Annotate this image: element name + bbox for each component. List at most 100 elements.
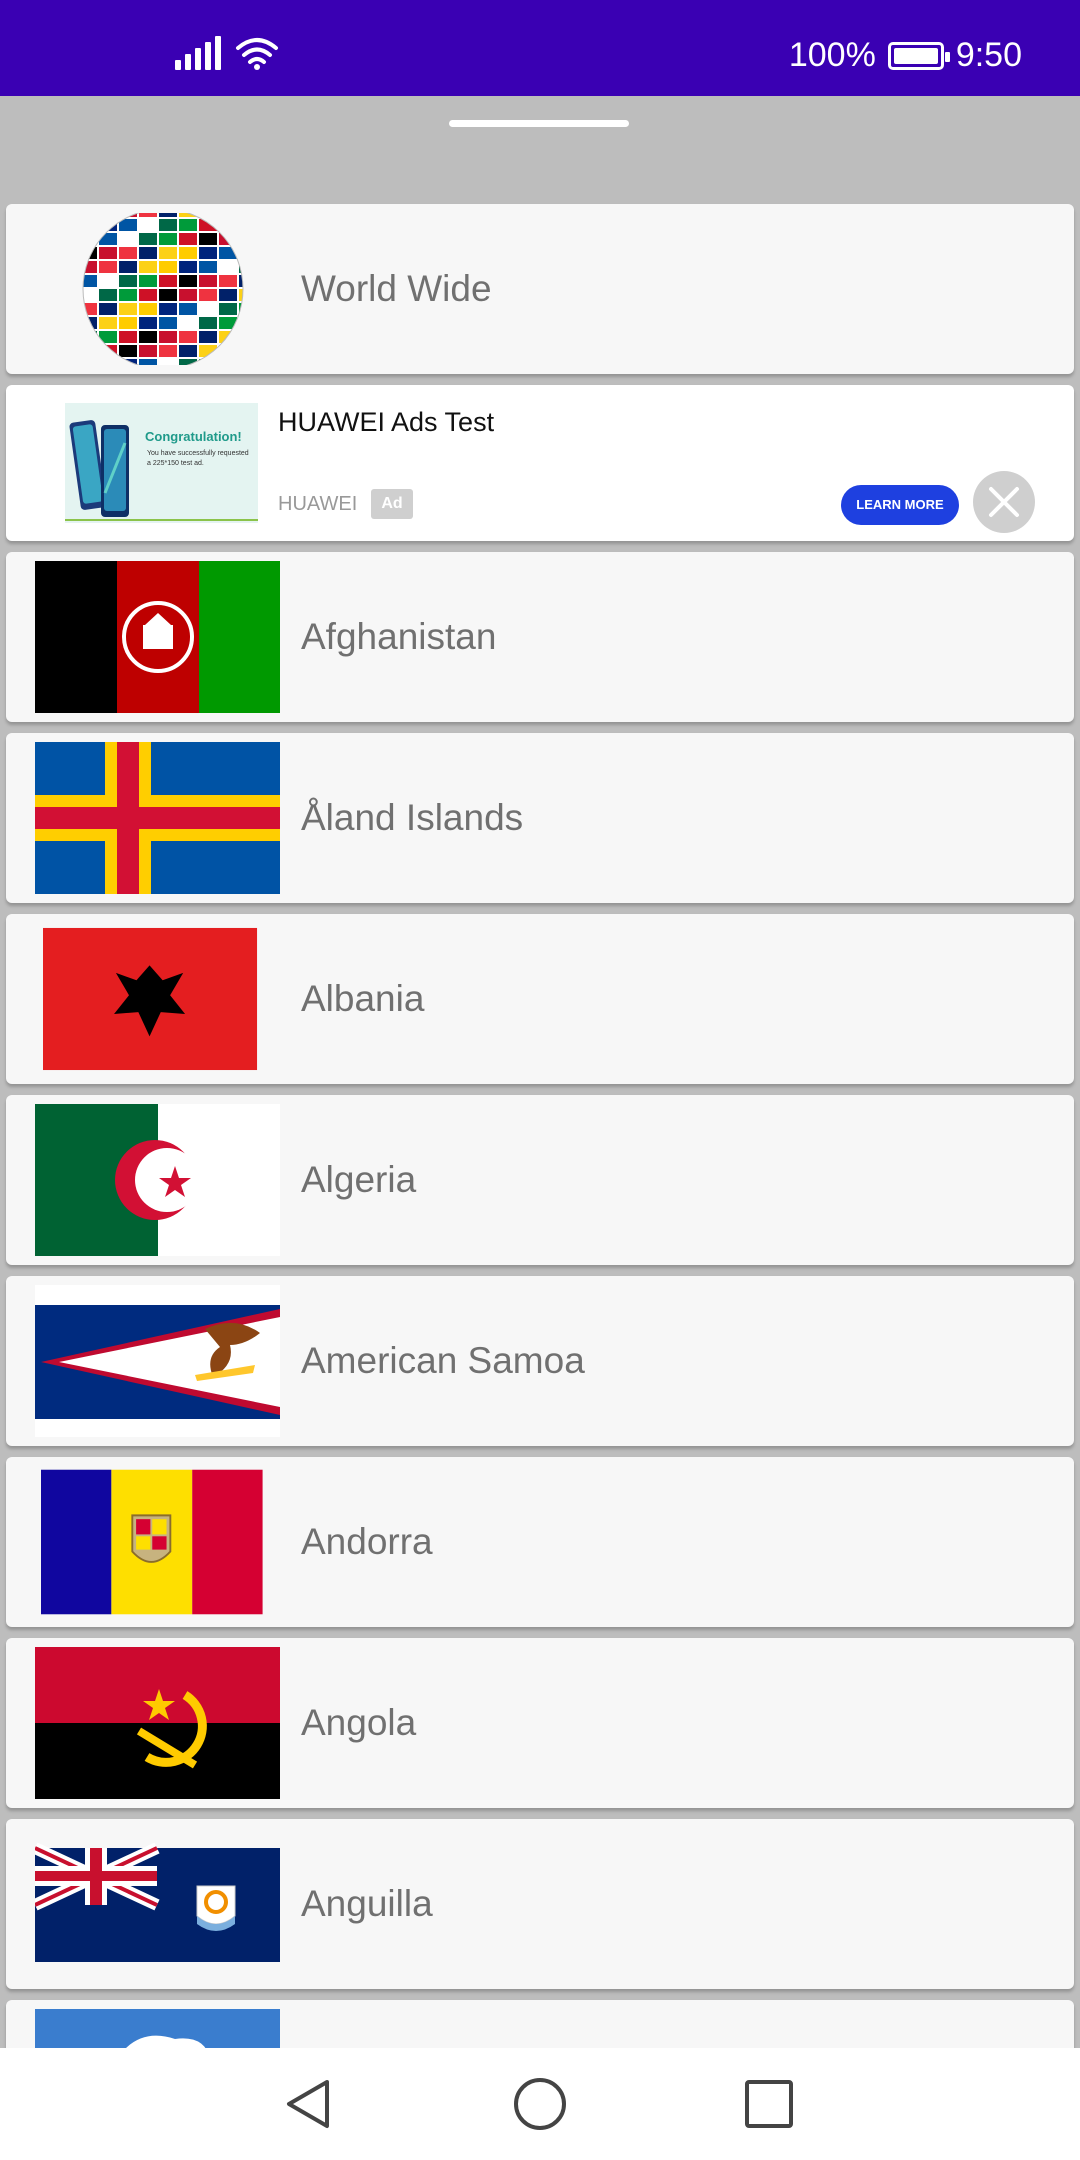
ad-image[interactable]: Congratulation! You have successfully re… — [65, 403, 258, 523]
globe-flag-tile — [239, 331, 243, 343]
globe-flag-tile — [99, 289, 117, 301]
list-item-label: Angola — [301, 1702, 417, 1743]
globe-flag-tile — [139, 213, 157, 217]
flag-afghanistan-icon — [35, 561, 280, 713]
globe-flag-tile — [119, 233, 137, 245]
globe-flag-tile — [179, 359, 197, 365]
ad-banner[interactable]: Congratulation! You have successfully re… — [6, 385, 1074, 541]
globe-flag-tile — [239, 247, 243, 259]
globe-flag-tile — [119, 247, 137, 259]
globe-flag-tile — [83, 261, 97, 273]
ad-source: HUAWEI — [278, 493, 358, 515]
globe-flag-tile — [99, 213, 117, 217]
recents-icon[interactable] — [739, 2074, 799, 2134]
globe-flag-tile — [83, 317, 97, 329]
globe-flag-tile — [99, 331, 117, 343]
ad-image-headline: Congratulation! — [145, 429, 242, 444]
globe-flag-tile — [139, 303, 157, 315]
list-item-anguilla[interactable]: Anguilla — [6, 1819, 1074, 1989]
globe-flag-tile — [159, 359, 177, 365]
list-item-label: Andorra — [301, 1521, 433, 1562]
back-icon[interactable] — [279, 2074, 339, 2134]
globe-flag-tile — [239, 359, 243, 365]
globe-flag-tile — [119, 303, 137, 315]
globe-flag-tile — [179, 247, 197, 259]
globe-flag-tile — [219, 345, 237, 357]
sheet-drag-handle[interactable] — [449, 120, 629, 127]
globe-flag-tile — [199, 303, 217, 315]
globe-flag-tile — [119, 261, 137, 273]
globe-flag-tile — [83, 359, 97, 365]
list-item-label: World Wide — [301, 268, 492, 309]
globe-flag-tile — [139, 233, 157, 245]
status-icons-left — [175, 36, 279, 70]
list-item-algeria[interactable]: Algeria — [6, 1095, 1074, 1265]
globe-flag-tile — [219, 219, 237, 231]
ad-title[interactable]: HUAWEI Ads Test — [278, 407, 494, 438]
globe-flag-tile — [83, 303, 97, 315]
list-item-angola[interactable]: Angola — [6, 1638, 1074, 1808]
globe-flag-tile — [199, 233, 217, 245]
globe-flag-tile — [159, 275, 177, 287]
globe-flag-tile — [139, 289, 157, 301]
globe-flag-tile — [199, 289, 217, 301]
globe-flag-tile — [99, 275, 117, 287]
globe-flag-tile — [179, 233, 197, 245]
list-item-label: Albania — [301, 978, 425, 1019]
status-bar: 100% 9:50 — [0, 0, 1080, 96]
learn-more-button[interactable]: LEARN MORE — [841, 485, 959, 525]
globe-flag-tile — [219, 213, 237, 217]
globe-flag-tile — [179, 331, 197, 343]
globe-flag-tile — [139, 261, 157, 273]
ad-badge: Ad — [371, 489, 413, 519]
close-ad-button[interactable] — [973, 471, 1035, 533]
globe-flag-tile — [219, 289, 237, 301]
list-item-aland-islands[interactable]: Åland Islands — [6, 733, 1074, 903]
globe-flag-tile — [239, 213, 243, 217]
globe-flags-icon — [82, 213, 244, 365]
globe-flag-tile — [179, 261, 197, 273]
wifi-icon — [236, 38, 278, 70]
globe-flag-tile — [159, 219, 177, 231]
flag-aland-islands-icon — [35, 742, 280, 894]
globe-flag-tile — [99, 359, 117, 365]
list-item-american-samoa[interactable]: American Samoa — [6, 1276, 1074, 1446]
globe-flag-tile — [83, 213, 97, 217]
list-item-label: Algeria — [301, 1159, 417, 1200]
globe-flag-tile — [83, 275, 97, 287]
list-item-albania[interactable]: Albania — [6, 914, 1074, 1084]
list-item-world-wide[interactable]: World Wide — [6, 204, 1074, 374]
status-icons-right: 100% 9:50 — [789, 36, 1022, 75]
globe-flag-tile — [239, 289, 243, 301]
globe-flag-tile — [119, 213, 137, 217]
signal-icon — [175, 36, 221, 70]
globe-flag-tile — [219, 359, 237, 365]
globe-flag-tile — [179, 289, 197, 301]
globe-flag-tile — [139, 359, 157, 365]
globe-flag-tile — [119, 289, 137, 301]
list-item-afghanistan[interactable]: Afghanistan — [6, 552, 1074, 722]
flag-andorra-icon — [41, 1469, 263, 1615]
flag-anguilla-icon — [35, 1842, 280, 1962]
globe-flag-tile — [119, 275, 137, 287]
home-icon[interactable] — [510, 2074, 570, 2134]
globe-flag-tile — [199, 317, 217, 329]
globe-flag-tile — [99, 233, 117, 245]
globe-flag-tile — [199, 219, 217, 231]
list-item-label: Åland Islands — [301, 797, 524, 838]
globe-flag-tile — [219, 275, 237, 287]
list-item-andorra[interactable]: Andorra — [6, 1457, 1074, 1627]
globe-flag-tile — [139, 219, 157, 231]
clock: 9:50 — [955, 36, 1022, 74]
globe-flag-tile — [159, 213, 177, 217]
country-list[interactable]: World Wide Congratulation! You have succ… — [6, 204, 1074, 2160]
globe-flag-tile — [99, 247, 117, 259]
globe-flag-tile — [159, 233, 177, 245]
globe-flag-tile — [199, 359, 217, 365]
globe-flag-tile — [179, 275, 197, 287]
list-item-label: American Samoa — [301, 1340, 585, 1381]
globe-flag-tile — [83, 233, 97, 245]
globe-flag-tile — [179, 303, 197, 315]
globe-flag-tile — [139, 247, 157, 259]
globe-flag-tile — [219, 317, 237, 329]
